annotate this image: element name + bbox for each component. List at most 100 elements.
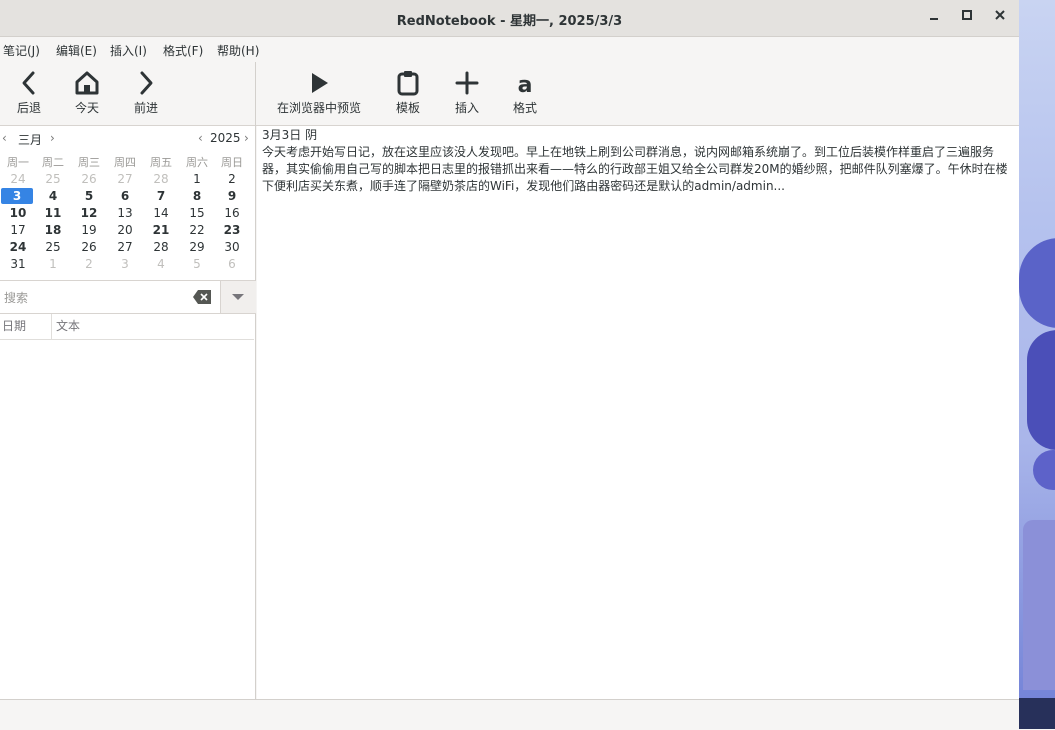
- calendar-day[interactable]: 1: [179, 171, 215, 187]
- weekday-label: 周五: [150, 156, 172, 169]
- format-button[interactable]: a 格式: [510, 70, 540, 116]
- search-results: 日期 文本: [0, 314, 255, 699]
- calendar-day[interactable]: 27: [107, 171, 143, 187]
- weekday-label: 周六: [186, 156, 208, 169]
- weekday-label: 周三: [78, 156, 100, 169]
- calendar-day[interactable]: 21: [143, 222, 179, 238]
- calendar-day[interactable]: 11: [35, 205, 71, 221]
- calendar-day[interactable]: 16: [214, 205, 250, 221]
- insert-label: 插入: [454, 101, 479, 115]
- calendar-day[interactable]: 6: [107, 188, 143, 204]
- calendar-day-selected[interactable]: 3: [1, 188, 33, 204]
- calendar-day[interactable]: 8: [179, 188, 215, 204]
- calendar-day[interactable]: 9: [214, 188, 250, 204]
- calendar-day[interactable]: 25: [35, 239, 71, 255]
- calendar-day[interactable]: 31: [0, 256, 36, 272]
- calendar-day[interactable]: 12: [71, 205, 107, 221]
- chevron-down-icon: [232, 294, 244, 300]
- calendar-day[interactable]: 18: [35, 222, 71, 238]
- calendar-month: 三月: [18, 133, 43, 147]
- calendar-day[interactable]: 7: [143, 188, 179, 204]
- home-icon: [75, 71, 99, 95]
- calendar-year: 2025: [210, 131, 241, 145]
- calendar-day[interactable]: 2: [71, 256, 107, 272]
- calendar-day[interactable]: 5: [71, 188, 107, 204]
- minimize-button[interactable]: [925, 9, 943, 27]
- calendar-day[interactable]: 24: [0, 171, 36, 187]
- calendar-day[interactable]: 30: [214, 239, 250, 255]
- preview-label: 在浏览器中预览: [276, 101, 361, 115]
- navigation-toolbar: 后退 今天 前进: [0, 62, 255, 126]
- calendar-day[interactable]: 14: [143, 205, 179, 221]
- back-button[interactable]: 后退: [14, 70, 44, 116]
- play-icon: [312, 73, 328, 93]
- status-bar: [0, 699, 1019, 730]
- calendar-day[interactable]: 19: [71, 222, 107, 238]
- forward-button[interactable]: 前进: [131, 70, 161, 116]
- calendar-day[interactable]: 22: [179, 222, 215, 238]
- calendar-day[interactable]: 25: [35, 171, 71, 187]
- menu-insert[interactable]: 插入(I): [110, 42, 147, 59]
- prev-year-button[interactable]: ‹: [198, 131, 203, 145]
- plus-icon: [455, 71, 479, 95]
- template-label: 模板: [395, 101, 420, 115]
- entry-content[interactable]: 3月3日 阴 今天考虑开始写日记，放在这里应该没人发现吧。早上在地铁上刷到公司群…: [262, 127, 1014, 195]
- template-button[interactable]: 模板: [393, 70, 423, 116]
- edit-toolbar: 在浏览器中预览 模板 插入 a 格式: [256, 62, 1019, 126]
- back-label: 后退: [16, 101, 41, 115]
- today-button[interactable]: 今天: [72, 70, 102, 116]
- search-box: [0, 281, 220, 314]
- search-input[interactable]: [2, 287, 186, 309]
- calendar-day[interactable]: 23: [214, 222, 250, 238]
- maximize-button[interactable]: [958, 9, 976, 27]
- calendar-day[interactable]: 1: [35, 256, 71, 272]
- preview-button[interactable]: 在浏览器中预览: [276, 70, 362, 116]
- calendar-day[interactable]: 4: [35, 188, 71, 204]
- format-text-icon: a: [518, 73, 533, 96]
- entry-editor[interactable]: 3月3日 阴 今天考虑开始写日记，放在这里应该没人发现吧。早上在地铁上刷到公司群…: [257, 126, 1019, 699]
- calendar: ‹ 三月 › ‹ 2025 › 周一 周二 周三 周四 周五 周六 周日 24 …: [0, 126, 255, 281]
- next-month-button[interactable]: ›: [50, 131, 55, 145]
- insert-button[interactable]: 插入: [452, 70, 482, 116]
- calendar-day[interactable]: 26: [71, 239, 107, 255]
- calendar-day[interactable]: 4: [143, 256, 179, 272]
- calendar-day[interactable]: 2: [214, 171, 250, 187]
- menu-format[interactable]: 格式(F): [163, 42, 203, 59]
- today-label: 今天: [74, 101, 99, 115]
- calendar-day[interactable]: 24: [0, 239, 36, 255]
- calendar-day[interactable]: 5: [179, 256, 215, 272]
- chevron-left-icon: [22, 71, 35, 95]
- menu-edit[interactable]: 编辑(E): [56, 42, 97, 59]
- calendar-day[interactable]: 28: [143, 239, 179, 255]
- next-year-button[interactable]: ›: [244, 131, 249, 145]
- column-header-date[interactable]: 日期: [0, 314, 52, 340]
- svg-text:a: a: [518, 73, 533, 96]
- title-bar: RedNotebook - 星期一, 2025/3/3: [0, 0, 1019, 37]
- close-button[interactable]: [991, 9, 1009, 27]
- search-dropdown-button[interactable]: [220, 281, 256, 314]
- weekday-label: 周一: [7, 156, 29, 169]
- calendar-day[interactable]: 26: [71, 171, 107, 187]
- maximize-icon: [962, 10, 972, 20]
- menu-help[interactable]: 帮助(H): [217, 42, 259, 59]
- calendar-day[interactable]: 17: [0, 222, 36, 238]
- calendar-day[interactable]: 29: [179, 239, 215, 255]
- prev-month-button[interactable]: ‹: [2, 131, 7, 145]
- calendar-day[interactable]: 15: [179, 205, 215, 221]
- menu-bar: 笔记(J) 编辑(E) 插入(I) 格式(F) 帮助(H): [0, 37, 1019, 61]
- calendar-day[interactable]: 20: [107, 222, 143, 238]
- pane-divider[interactable]: [255, 62, 256, 699]
- calendar-day[interactable]: 13: [107, 205, 143, 221]
- column-header-text[interactable]: 文本: [51, 314, 254, 340]
- close-icon: [995, 10, 1005, 20]
- calendar-day[interactable]: 3: [107, 256, 143, 272]
- entry-body: 今天考虑开始写日记，放在这里应该没人发现吧。早上在地铁上刷到公司群消息，说内网邮…: [262, 145, 1008, 193]
- calendar-day[interactable]: 28: [143, 171, 179, 187]
- calendar-day[interactable]: 10: [0, 205, 36, 221]
- menu-notes[interactable]: 笔记(J): [3, 42, 40, 59]
- calendar-day[interactable]: 6: [214, 256, 250, 272]
- calendar-day[interactable]: 27: [107, 239, 143, 255]
- desktop-wallpaper: [1019, 0, 1055, 729]
- minimize-icon: [930, 18, 938, 20]
- clear-search-icon[interactable]: [193, 290, 211, 304]
